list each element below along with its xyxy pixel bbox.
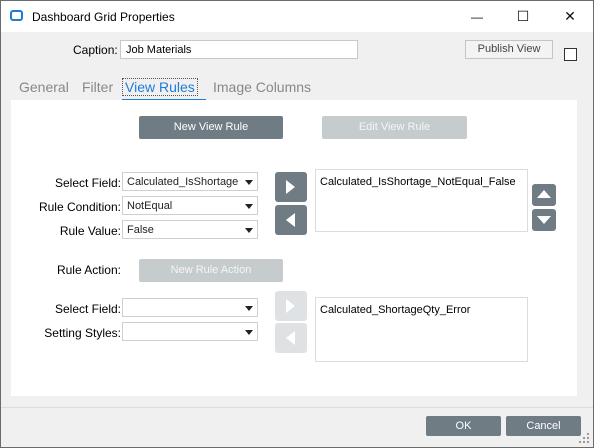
caption-input[interactable] [120, 40, 358, 59]
ok-button[interactable]: OK [426, 416, 501, 436]
rule-value-value: False [127, 224, 154, 236]
select-field-label: Select Field: [54, 176, 121, 190]
maximize-icon: ☐ [516, 8, 530, 24]
list-item[interactable]: Calculated_ShortageQty_Error [320, 304, 523, 316]
arrow-up-icon [537, 190, 551, 198]
add-action-button[interactable] [275, 291, 307, 321]
move-down-button[interactable] [532, 209, 556, 231]
setting-styles-label: Setting Styles: [44, 326, 121, 340]
move-up-button[interactable] [532, 184, 556, 206]
publish-view-button[interactable]: Publish View [465, 40, 553, 59]
dropdown-arrow-icon [245, 180, 253, 185]
dropdown-arrow-icon [245, 330, 253, 335]
rule-condition-dropdown[interactable]: NotEqual [122, 196, 258, 215]
rule-condition-value: NotEqual [127, 200, 173, 212]
resize-grip-icon[interactable] [579, 433, 589, 443]
tab-image-columns[interactable]: Image Columns [213, 79, 311, 95]
list-item[interactable]: Calculated_IsShortage_NotEqual_False [320, 176, 523, 188]
caption-label: Caption: [73, 43, 118, 57]
dialog-window: Dashboard Grid Properties — ☐ ✕ Caption:… [0, 0, 594, 448]
add-rule-button[interactable] [275, 172, 307, 202]
edit-view-rule-button[interactable]: Edit View Rule [322, 116, 467, 139]
minimize-button[interactable]: — [454, 1, 500, 32]
footer-bar [1, 408, 593, 447]
select-field-value: Calculated_IsShortage [127, 176, 239, 188]
tab-filter[interactable]: Filter [82, 79, 113, 95]
arrow-left-icon [286, 331, 295, 345]
setting-styles-dropdown[interactable] [122, 322, 258, 341]
close-icon: ✕ [564, 8, 576, 24]
action-select-field-label: Select Field: [54, 302, 121, 316]
dropdown-arrow-icon [245, 228, 253, 233]
rule-action-label: Rule Action: [56, 263, 121, 277]
tab-general[interactable]: General [19, 79, 69, 95]
rule-condition-label: Rule Condition: [38, 200, 121, 214]
rule-value-label: Rule Value: [59, 224, 121, 238]
tab-view-rules[interactable]: View Rules [122, 78, 198, 96]
dropdown-arrow-icon [245, 204, 253, 209]
rule-value-dropdown[interactable]: False [122, 220, 258, 239]
publish-checkbox[interactable] [564, 48, 577, 61]
actions-listbox[interactable]: Calculated_ShortageQty_Error [315, 297, 528, 362]
title-bar[interactable]: Dashboard Grid Properties — ☐ ✕ [1, 1, 593, 32]
action-select-field-dropdown[interactable] [122, 298, 258, 317]
remove-action-button[interactable] [275, 323, 307, 353]
new-view-rule-button[interactable]: New View Rule [139, 116, 283, 139]
arrow-right-icon [286, 299, 295, 313]
select-field-dropdown[interactable]: Calculated_IsShortage [122, 172, 258, 191]
maximize-button[interactable]: ☐ [500, 1, 546, 32]
new-rule-action-button[interactable]: New Rule Action [139, 259, 283, 282]
arrow-right-icon [286, 180, 295, 194]
remove-rule-button[interactable] [275, 205, 307, 235]
close-button[interactable]: ✕ [547, 1, 593, 32]
cancel-button[interactable]: Cancel [506, 416, 581, 436]
app-icon [10, 10, 23, 21]
arrow-down-icon [537, 216, 551, 224]
dropdown-arrow-icon [245, 306, 253, 311]
window-title: Dashboard Grid Properties [32, 10, 175, 24]
rules-listbox[interactable]: Calculated_IsShortage_NotEqual_False [315, 169, 528, 232]
minimize-icon: — [471, 10, 483, 24]
arrow-left-icon [286, 213, 295, 227]
